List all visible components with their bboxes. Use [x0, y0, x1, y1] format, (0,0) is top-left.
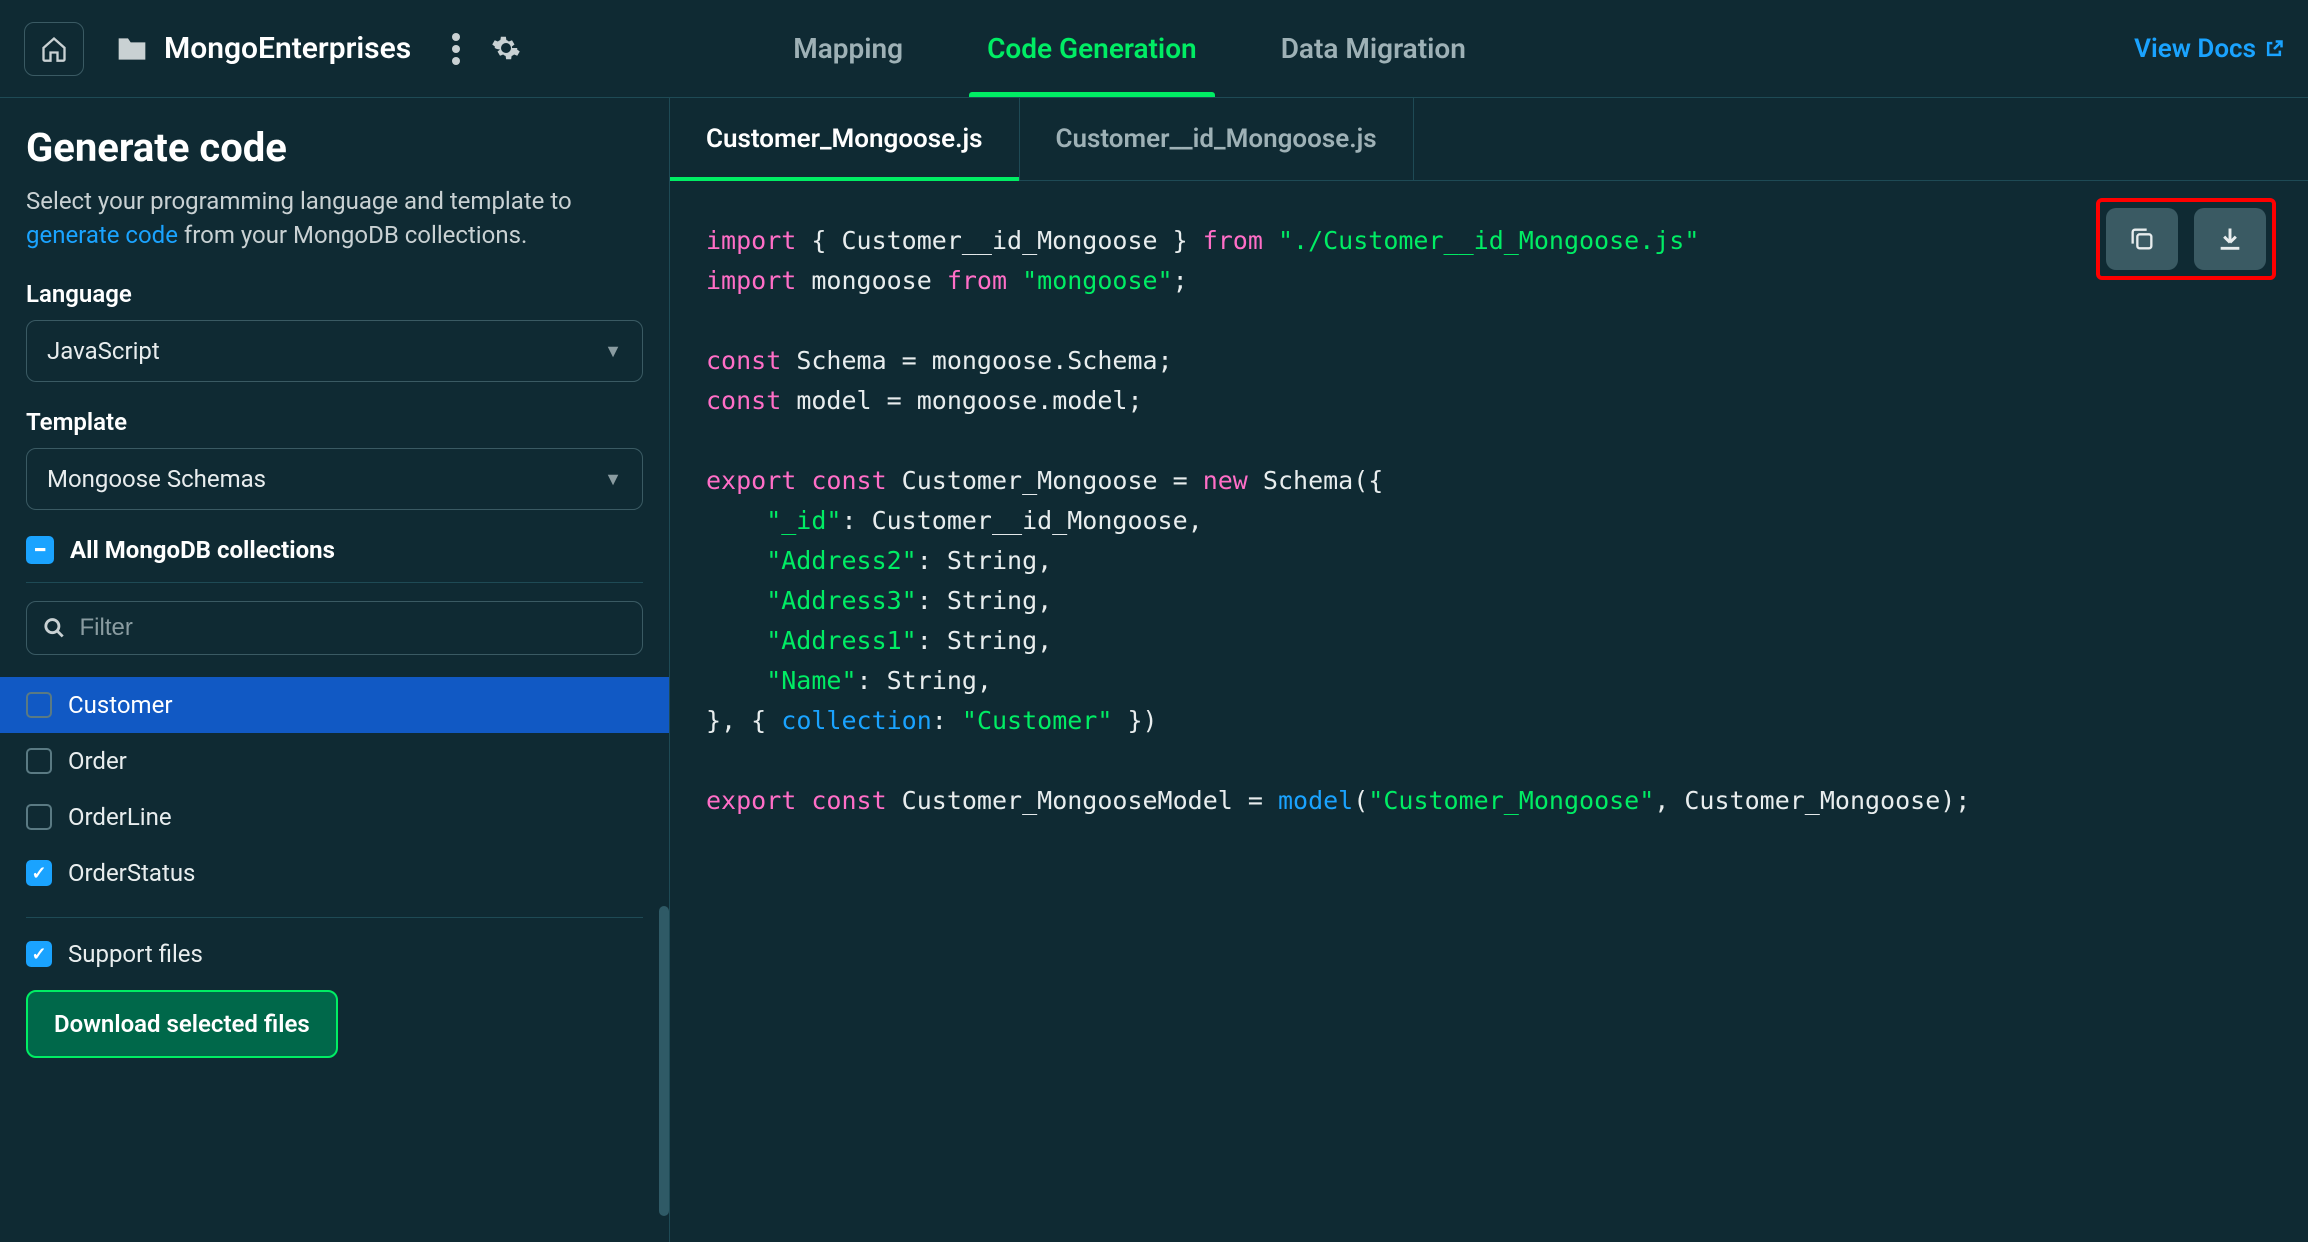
collection-item-orderline[interactable]: OrderLine	[0, 789, 669, 845]
download-button[interactable]	[2194, 208, 2266, 270]
view-docs-link[interactable]: View Docs	[2134, 34, 2284, 64]
checkbox[interactable]	[26, 804, 52, 830]
divider	[26, 917, 643, 918]
file-tab-customer-id-mongoose[interactable]: Customer__id_Mongoose.js	[1020, 98, 1414, 180]
more-vertical-icon	[451, 33, 461, 65]
checkbox[interactable]	[26, 941, 52, 967]
download-icon	[2216, 225, 2244, 253]
template-label: Template	[26, 408, 643, 436]
gear-icon	[491, 33, 521, 63]
settings-button[interactable]	[491, 33, 521, 65]
collection-item-order[interactable]: Order	[0, 733, 669, 789]
file-tab-customer-mongoose[interactable]: Customer_Mongoose.js	[670, 98, 1020, 180]
code-editor: import { Customer__id_Mongoose } from ".…	[670, 181, 2308, 861]
scrollbar[interactable]	[659, 906, 669, 1216]
folder-icon	[116, 35, 148, 63]
generate-code-link[interactable]: generate code	[26, 221, 178, 249]
collection-item-orderstatus[interactable]: OrderStatus	[0, 845, 669, 901]
topbar: MongoEnterprises Mapping Code Generation…	[0, 0, 2308, 98]
copy-button[interactable]	[2106, 208, 2178, 270]
checkbox[interactable]	[26, 692, 52, 718]
more-menu-button[interactable]	[451, 33, 461, 65]
project-name: MongoEnterprises	[164, 31, 411, 66]
sidebar-description: Select your programming language and tem…	[26, 185, 643, 252]
language-value: JavaScript	[47, 337, 160, 365]
checkbox-indeterminate-icon: −	[26, 536, 54, 564]
code-actions-highlight	[2096, 198, 2276, 280]
home-button[interactable]	[24, 22, 84, 76]
main-tabs: Mapping Code Generation Data Migration	[781, 0, 1478, 97]
view-docs-label: View Docs	[2134, 34, 2256, 64]
tab-mapping[interactable]: Mapping	[781, 0, 915, 97]
tab-code-generation[interactable]: Code Generation	[975, 0, 1209, 97]
sidebar-title: Generate code	[26, 124, 643, 171]
filter-input-wrapper[interactable]	[26, 601, 643, 655]
external-link-icon	[2264, 39, 2284, 59]
copy-icon	[2128, 225, 2156, 253]
chevron-down-icon: ▼	[604, 341, 622, 362]
home-icon	[40, 35, 68, 63]
collections-list: Customer Order OrderLine OrderStatus	[0, 677, 669, 901]
collection-item-customer[interactable]: Customer	[0, 677, 669, 733]
sidebar: Generate code Select your programming la…	[0, 98, 670, 1242]
language-select[interactable]: JavaScript ▼	[26, 320, 643, 382]
file-tabs: Customer_Mongoose.js Customer__id_Mongoo…	[670, 98, 2308, 181]
template-value: Mongoose Schemas	[47, 465, 266, 493]
content-area: Customer_Mongoose.js Customer__id_Mongoo…	[670, 98, 2308, 1242]
checkbox[interactable]	[26, 860, 52, 886]
support-files-toggle[interactable]: Support files	[0, 934, 669, 990]
divider	[26, 582, 643, 583]
template-select[interactable]: Mongoose Schemas ▼	[26, 448, 643, 510]
tab-data-migration[interactable]: Data Migration	[1269, 0, 1478, 97]
search-icon	[43, 616, 66, 640]
chevron-down-icon: ▼	[604, 469, 622, 490]
filter-input[interactable]	[80, 614, 627, 642]
checkbox[interactable]	[26, 748, 52, 774]
download-selected-button[interactable]: Download selected files	[26, 990, 338, 1058]
all-collections-toggle[interactable]: − All MongoDB collections	[26, 536, 643, 564]
language-label: Language	[26, 280, 643, 308]
